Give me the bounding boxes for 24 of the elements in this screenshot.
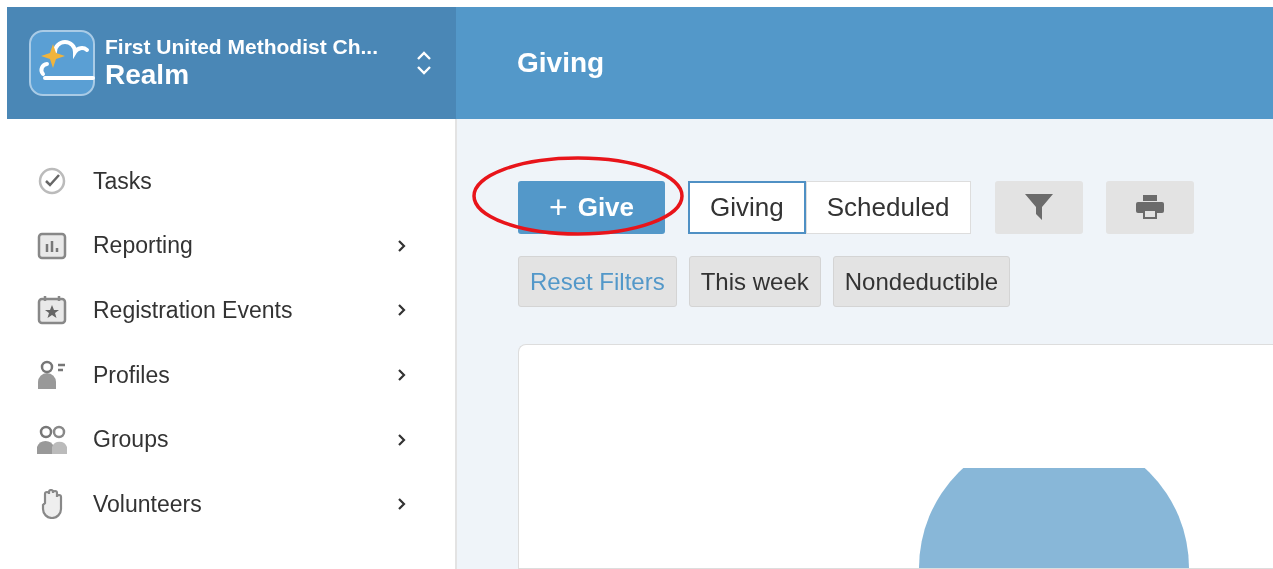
product-name: Realm xyxy=(105,59,191,91)
organization-name: First United Methodist Ch... xyxy=(105,35,379,59)
bar-chart-icon xyxy=(37,230,67,261)
view-tab[interactable]: Scheduled xyxy=(805,180,971,234)
org-switcher[interactable]: First United Methodist Ch... Realm xyxy=(7,7,456,119)
sidebar-item[interactable]: Registration Events xyxy=(7,278,455,343)
filter-chip[interactable]: This week xyxy=(688,256,821,307)
filter-icon xyxy=(1023,192,1054,222)
sidebar-item[interactable]: Profiles xyxy=(7,342,455,408)
sidebar-item[interactable]: Volunteers xyxy=(7,471,455,537)
print-button[interactable] xyxy=(1105,180,1194,234)
up-down-chevron-icon xyxy=(416,50,432,76)
cloud-star-logo xyxy=(29,30,95,96)
sidebar-item[interactable]: Reporting xyxy=(7,213,455,279)
person-list-icon xyxy=(37,360,67,391)
check-circle-icon xyxy=(37,166,67,197)
people-icon xyxy=(37,424,67,455)
sidebar-item[interactable]: Groups xyxy=(7,407,455,472)
filter-chip[interactable]: Nondeductible xyxy=(832,256,1011,307)
page-title: Giving xyxy=(517,47,605,79)
filter-button[interactable] xyxy=(994,180,1083,234)
sidebar-item[interactable]: Tasks xyxy=(7,149,455,214)
printer-icon xyxy=(1135,195,1164,219)
view-tab[interactable]: Giving xyxy=(688,180,806,234)
